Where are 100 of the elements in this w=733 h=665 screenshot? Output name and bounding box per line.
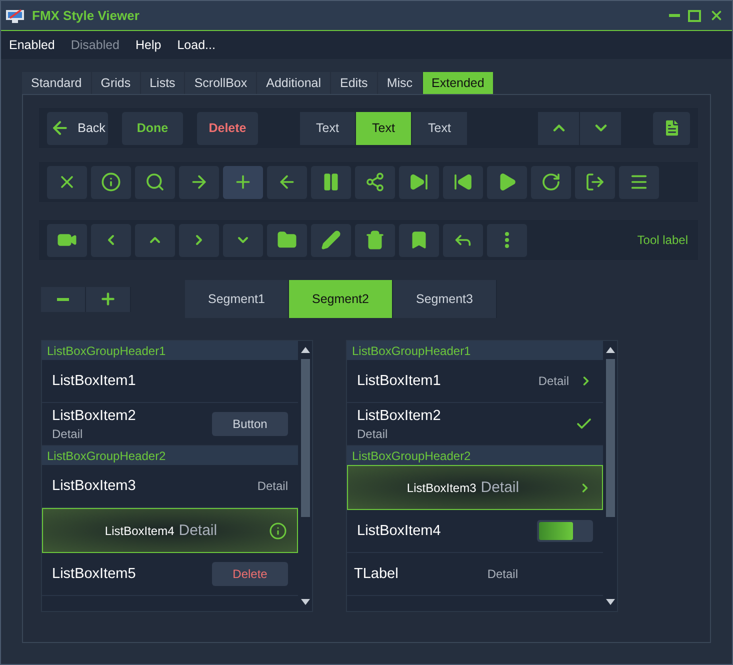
- down-button[interactable]: [580, 112, 621, 144]
- item-text: ListBoxItem3: [406, 480, 476, 494]
- icon-button[interactable]: [487, 166, 527, 198]
- list-item[interactable]: ListBoxItem1: [42, 360, 298, 403]
- maximize-button[interactable]: [688, 10, 701, 22]
- group-header: ListBoxGroupHeader1: [347, 341, 603, 360]
- plus-icon: [99, 290, 117, 308]
- exit-icon: [585, 172, 605, 192]
- back-button[interactable]: Back: [47, 112, 108, 144]
- scroll-up-icon[interactable]: [300, 347, 310, 353]
- item-detail: Detail: [538, 374, 569, 388]
- skip-back-icon: [453, 172, 473, 192]
- list-item[interactable]: ListBoxItem3 Detail: [347, 465, 603, 510]
- scroll-down-icon[interactable]: [606, 599, 614, 605]
- skip-forward-icon: [409, 172, 429, 192]
- item-detail: Detail: [480, 479, 520, 496]
- done-button[interactable]: Done: [122, 112, 183, 144]
- item-text: ListBoxItem2: [52, 408, 136, 424]
- segment-button[interactable]: Text: [356, 112, 412, 144]
- item-button[interactable]: Button: [212, 412, 288, 436]
- icon-button[interactable]: [443, 166, 483, 198]
- tab[interactable]: Additional: [257, 72, 330, 94]
- list-item[interactable]: ListBoxItem4 Detail: [42, 508, 298, 553]
- segment-button[interactable]: Text: [300, 112, 356, 144]
- item-text: ListBoxItem4: [104, 524, 174, 538]
- list-item[interactable]: ListBoxItem4: [347, 510, 603, 553]
- segment-button[interactable]: Segment1: [185, 280, 289, 318]
- item-text: TLabel: [354, 566, 398, 582]
- icon-button[interactable]: [487, 224, 527, 256]
- group-header: ListBoxGroupHeader1: [42, 341, 298, 360]
- segment-button[interactable]: Segment2: [289, 280, 393, 318]
- menu-item[interactable]: Help: [136, 38, 162, 52]
- segment-button[interactable]: Segment3: [393, 280, 497, 318]
- icon-button[interactable]: [399, 224, 439, 256]
- icon-button[interactable]: [47, 166, 87, 198]
- scroll-down-icon[interactable]: [300, 599, 310, 605]
- minus-icon: [57, 298, 69, 300]
- trash-icon: [365, 230, 385, 250]
- pencil-icon: [321, 230, 341, 250]
- item-detail: Detail: [52, 426, 84, 440]
- info-icon: [269, 522, 287, 540]
- tab[interactable]: Misc: [378, 72, 422, 94]
- menu-item[interactable]: Load...: [177, 38, 216, 52]
- icon-button[interactable]: [399, 166, 439, 198]
- window-title: FMX Style Viewer: [32, 8, 140, 23]
- tab[interactable]: Standard: [22, 72, 91, 94]
- list-item[interactable]: TLabel Detail: [347, 553, 603, 596]
- icon-button[interactable]: [311, 224, 351, 256]
- icon-button[interactable]: [223, 166, 263, 198]
- increment-button[interactable]: [86, 286, 131, 312]
- item-detail: Detail: [487, 567, 518, 581]
- list-box[interactable]: ListBoxGroupHeader1 ListBoxItem1 Detail ListBoxItem2 Detail ListBoxGroupHeader2 ListBoxItem3 Detail ListBoxItem4 TLabel Detail: [346, 340, 618, 612]
- info-icon: [101, 172, 121, 192]
- icon-button[interactable]: [91, 166, 131, 198]
- toggle-switch[interactable]: [537, 520, 593, 542]
- icon-button[interactable]: [135, 166, 175, 198]
- tool-label: Tool label: [637, 233, 688, 247]
- icon-button[interactable]: [443, 224, 483, 256]
- delete-button[interactable]: Delete: [197, 112, 258, 144]
- icon-button[interactable]: [355, 224, 395, 256]
- refresh-icon: [541, 172, 561, 192]
- delete-button[interactable]: Delete: [212, 562, 288, 586]
- app-icon: [6, 8, 24, 22]
- tab[interactable]: Edits: [331, 72, 377, 94]
- segment-button[interactable]: Text: [412, 112, 468, 144]
- icon-button[interactable]: [531, 166, 571, 198]
- search-icon: [145, 172, 165, 192]
- tab[interactable]: Lists: [140, 72, 184, 94]
- up-button[interactable]: [538, 112, 579, 144]
- item-text: ListBoxItem1: [357, 373, 441, 389]
- scroll-up-icon[interactable]: [606, 347, 614, 353]
- item-text: ListBoxItem5: [52, 566, 136, 582]
- icon-button[interactable]: [311, 166, 351, 198]
- icon-button[interactable]: [575, 166, 615, 198]
- decrement-button[interactable]: [41, 286, 86, 312]
- icon-button[interactable]: [179, 166, 219, 198]
- item-detail: Detail: [357, 426, 389, 440]
- share-icon: [365, 172, 385, 192]
- list-item[interactable]: ListBoxItem1 Detail: [347, 360, 603, 403]
- item-text: ListBoxItem1: [52, 373, 136, 389]
- menu-item[interactable]: Enabled: [9, 38, 55, 52]
- close-button[interactable]: [709, 8, 724, 23]
- icon-button[interactable]: [47, 224, 87, 256]
- icon-button[interactable]: [267, 166, 307, 198]
- item-detail: Detail: [178, 522, 218, 539]
- tab[interactable]: Grids: [92, 72, 140, 94]
- icon-button[interactable]: [355, 166, 395, 198]
- tab[interactable]: ScrollBox: [185, 72, 256, 94]
- item-text: ListBoxItem4: [357, 523, 441, 539]
- folder-icon: [277, 230, 297, 250]
- icon-button[interactable]: [267, 224, 307, 256]
- group-header: ListBoxGroupHeader2: [347, 446, 603, 465]
- list-item[interactable]: ListBoxItem5 Delete: [42, 553, 298, 596]
- icon-button[interactable]: [619, 166, 659, 198]
- item-detail: Detail: [257, 479, 288, 493]
- more-icon: [505, 232, 509, 248]
- list-box[interactable]: ListBoxGroupHeader1 ListBoxItem1 ListBoxItem2 Detail Button ListBoxGroupHeader2 ListBoxItem3 Detail ListBoxItem4 Detail ListBoxItem5 Delete: [41, 340, 313, 612]
- document-button[interactable]: [653, 112, 690, 144]
- minimize-icon: [669, 14, 680, 17]
- tab[interactable]: Extended: [422, 72, 494, 94]
